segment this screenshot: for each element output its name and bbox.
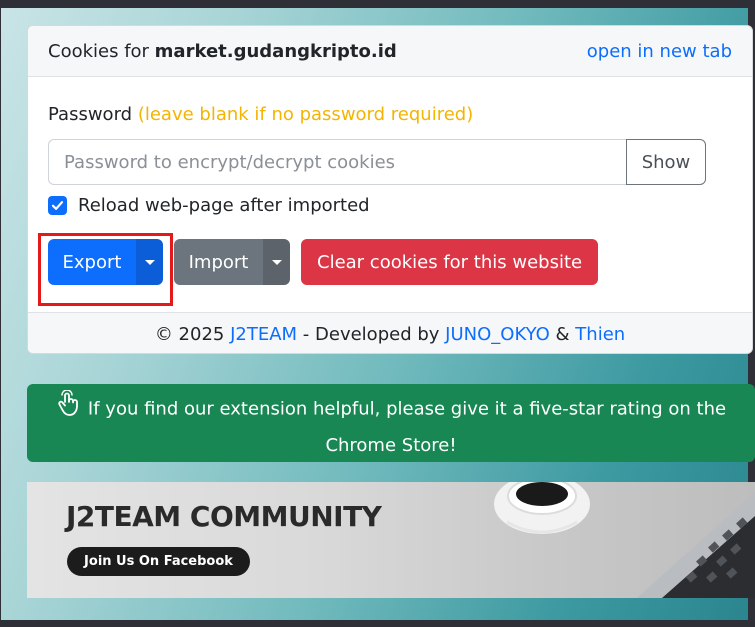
card-header: Cookies for market.gudangkripto.id open … xyxy=(28,26,752,77)
j2team-link[interactable]: J2TEAM xyxy=(230,324,297,345)
clear-cookies-button[interactable]: Clear cookies for this website xyxy=(301,239,599,285)
site-domain: market.gudangkripto.id xyxy=(154,40,397,62)
reload-checkbox[interactable] xyxy=(48,196,67,215)
header-prefix: Cookies for xyxy=(48,40,155,62)
join-facebook-button[interactable]: Join Us On Facebook xyxy=(67,547,250,576)
copyright-text: © 2025 xyxy=(154,323,225,345)
header-title: Cookies for market.gudangkripto.id xyxy=(48,41,397,62)
password-input[interactable] xyxy=(48,139,626,185)
reload-option[interactable]: Reload web-page after imported xyxy=(48,195,370,216)
coffee-laptop-image xyxy=(494,482,755,598)
caret-down-icon xyxy=(144,259,155,265)
reload-label: Reload web-page after imported xyxy=(78,195,370,216)
ampersand: & xyxy=(555,323,570,345)
export-split-button: Export xyxy=(48,239,163,285)
rating-banner[interactable]: If you find our extension helpful, pleas… xyxy=(27,384,755,462)
password-label-text: Password xyxy=(48,104,133,125)
community-title: J2TEAM COMMUNITY xyxy=(66,500,382,533)
rating-text: If you find our extension helpful, pleas… xyxy=(87,398,727,457)
card-footer: © 2025 J2TEAM - Developed by JUNO_OKYO &… xyxy=(28,312,752,353)
import-button[interactable]: Import xyxy=(174,239,263,285)
password-hint: (leave blank if no password required) xyxy=(137,104,474,125)
export-button[interactable]: Export xyxy=(48,239,136,285)
password-label: Password (leave blank if no password req… xyxy=(48,104,473,125)
caret-down-icon xyxy=(271,259,282,265)
checkmark-icon xyxy=(51,201,64,210)
password-input-group: Show xyxy=(48,139,706,185)
export-dropdown-toggle[interactable] xyxy=(136,239,163,285)
developed-by-text: - Developed by xyxy=(302,323,440,345)
community-banner[interactable]: J2TEAM COMMUNITY Join Us On Facebook xyxy=(27,482,755,598)
show-password-button[interactable]: Show xyxy=(626,139,706,185)
action-buttons: Export Import Clear cookies for this web… xyxy=(48,239,599,285)
open-in-new-tab-link[interactable]: open in new tab xyxy=(587,41,732,62)
cookie-card: Cookies for market.gudangkripto.id open … xyxy=(27,25,753,354)
hand-tap-icon xyxy=(56,389,82,429)
import-split-button: Import xyxy=(174,239,290,285)
thien-link[interactable]: Thien xyxy=(575,324,625,345)
import-dropdown-toggle[interactable] xyxy=(263,239,290,285)
juno-okyo-link[interactable]: JUNO_OKYO xyxy=(445,324,550,345)
